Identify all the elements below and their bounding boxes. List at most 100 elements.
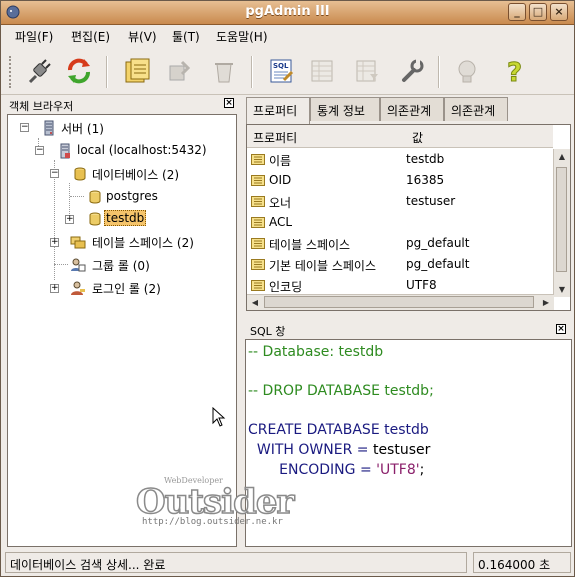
toolbar-separator-2	[251, 56, 253, 88]
menu-view[interactable]: 뷰(V)	[128, 28, 157, 45]
property-value: UTF8	[406, 278, 437, 292]
toolbar: SQL ?	[1, 48, 574, 95]
properties-icon	[125, 58, 150, 83]
tab-dependencies[interactable]: 의존관계	[380, 97, 444, 121]
close-pane-icon[interactable]: ×	[224, 98, 234, 108]
drop-object-button[interactable]	[206, 53, 242, 89]
property-row[interactable]: ACL	[247, 212, 553, 233]
help-icon: ?	[507, 58, 523, 87]
property-icon	[251, 280, 265, 291]
property-value: pg_default	[406, 236, 470, 250]
maintenance-button[interactable]	[394, 53, 430, 89]
close-pane-icon[interactable]: ×	[556, 324, 566, 334]
expand-toggle[interactable]: +	[50, 238, 59, 247]
maximize-button[interactable]: □	[529, 3, 547, 21]
expand-toggle[interactable]: +	[50, 284, 59, 293]
properties-vertical-scrollbar[interactable]: ▲ ▼	[553, 149, 570, 297]
property-name: OID	[269, 173, 292, 187]
toolbar-grip[interactable]	[9, 56, 14, 88]
scroll-right-arrow[interactable]: ▶	[538, 295, 554, 310]
menu-file[interactable]: 파일(F)	[15, 28, 53, 45]
property-row[interactable]: OID 16385	[247, 170, 553, 191]
scroll-left-arrow[interactable]: ◀	[247, 295, 263, 310]
property-row[interactable]: 인코딩 UTF8	[247, 275, 553, 296]
close-button[interactable]: ×	[550, 3, 568, 21]
property-row[interactable]: 이름 testdb	[247, 149, 553, 170]
sql-owner-value: testuser	[372, 442, 431, 458]
sql-comment-line: -- Database: testdb	[248, 344, 384, 360]
menu-bar: 파일(F) 편집(E) 뷰(V) 툴(T) 도움말(H)	[1, 24, 574, 48]
help-button[interactable]: ?	[496, 53, 532, 89]
plugin-button[interactable]	[449, 53, 485, 89]
sql-statement-line: CREATE DATABASE testdb	[248, 422, 429, 438]
window-title: pgAdmin III	[245, 4, 330, 19]
tree-node-testdb[interactable]: testdb	[104, 210, 147, 226]
collapse-toggle[interactable]: −	[50, 169, 59, 178]
properties-button[interactable]	[119, 53, 155, 89]
title-bar: pgAdmin III _ □ ×	[1, 1, 574, 25]
properties-horizontal-scrollbar[interactable]: ◀ ▶	[247, 294, 554, 310]
sql-query-button[interactable]: SQL	[263, 53, 299, 89]
collapse-toggle[interactable]: −	[35, 146, 44, 155]
tree-node-local-server[interactable]: local (localhost:5432)	[77, 143, 207, 157]
sql-terminator: ;	[419, 462, 425, 478]
property-row[interactable]: 테이블 스페이스 pg_default	[247, 233, 553, 254]
create-object-icon	[169, 60, 191, 81]
property-icon	[251, 175, 265, 186]
property-name: 인코딩	[269, 280, 303, 294]
tree-node-postgres[interactable]: postgres	[106, 189, 158, 203]
login-roles-icon	[71, 281, 85, 295]
tree-connector	[70, 196, 84, 197]
property-icon	[251, 238, 265, 249]
minimize-button[interactable]: _	[508, 3, 526, 21]
tree-node-login-roles[interactable]: 로그인 롤 (2)	[92, 280, 161, 297]
tab-properties[interactable]: 프로퍼티	[246, 97, 310, 124]
plugin-icon	[458, 60, 476, 83]
servers-icon	[44, 120, 54, 136]
property-icon	[251, 154, 265, 165]
sql-query-icon: SQL	[270, 59, 294, 83]
tree-node-servers[interactable]: 서버 (1)	[61, 120, 104, 137]
property-name: 이름	[269, 154, 292, 168]
server-icon	[60, 143, 70, 159]
tree-node-tablespaces[interactable]: 테이블 스페이스 (2)	[92, 234, 194, 251]
property-row[interactable]: 기본 테이블 스페이스 pg_default	[247, 254, 553, 275]
create-object-button[interactable]	[161, 53, 197, 89]
properties-list: 프로퍼티 값 이름 testdb OID 16385 오너 testuser ACL 테이블 …	[246, 124, 571, 311]
scrollbar-thumb[interactable]	[556, 167, 567, 272]
tab-dependents[interactable]: 의존관계	[444, 97, 508, 121]
column-header-property[interactable]: 프로퍼티	[253, 129, 297, 146]
column-header-value[interactable]: 값	[412, 129, 423, 146]
view-data-button[interactable]	[304, 53, 340, 89]
databases-icon	[74, 167, 86, 181]
mouse-cursor-icon	[212, 407, 226, 427]
drop-object-icon	[215, 63, 233, 83]
menu-edit[interactable]: 편집(E)	[71, 28, 110, 45]
collapse-toggle[interactable]: −	[20, 123, 29, 132]
tree-node-group-roles[interactable]: 그룹 롤 (0)	[92, 257, 150, 274]
tab-statistics[interactable]: 통계 정보	[310, 97, 380, 121]
toolbar-separator	[106, 56, 108, 88]
app-window: pgAdmin III _ □ × 파일(F) 편집(E) 뷰(V) 툴(T) …	[0, 0, 575, 577]
svg-text:SQL: SQL	[273, 62, 289, 70]
scroll-down-arrow[interactable]: ▼	[554, 282, 570, 297]
connect-button[interactable]	[21, 53, 57, 89]
scroll-up-arrow[interactable]: ▲	[554, 149, 570, 164]
filtered-data-button[interactable]	[349, 53, 385, 89]
property-value: testdb	[406, 152, 445, 166]
menu-tools[interactable]: 툴(T)	[172, 28, 200, 45]
property-icon	[251, 217, 265, 228]
sql-owner-line: WITH OWNER = testuser	[248, 442, 430, 458]
property-row[interactable]: 오너 testuser	[247, 191, 553, 212]
refresh-button[interactable]	[61, 53, 97, 89]
property-icon	[251, 259, 265, 270]
status-elapsed-time: 0.164000 초	[473, 552, 571, 573]
tree-node-databases[interactable]: 데이터베이스 (2)	[92, 166, 179, 183]
sql-comment-line: -- DROP DATABASE testdb;	[248, 383, 434, 399]
sql-pane-header: SQL 창 ×	[246, 321, 571, 338]
watermark-brand: Outsider	[135, 481, 295, 523]
menu-help[interactable]: 도움말(H)	[216, 28, 268, 45]
tree-connector	[69, 183, 70, 218]
scrollbar-thumb[interactable]	[264, 296, 534, 308]
expand-toggle[interactable]: +	[65, 215, 74, 224]
